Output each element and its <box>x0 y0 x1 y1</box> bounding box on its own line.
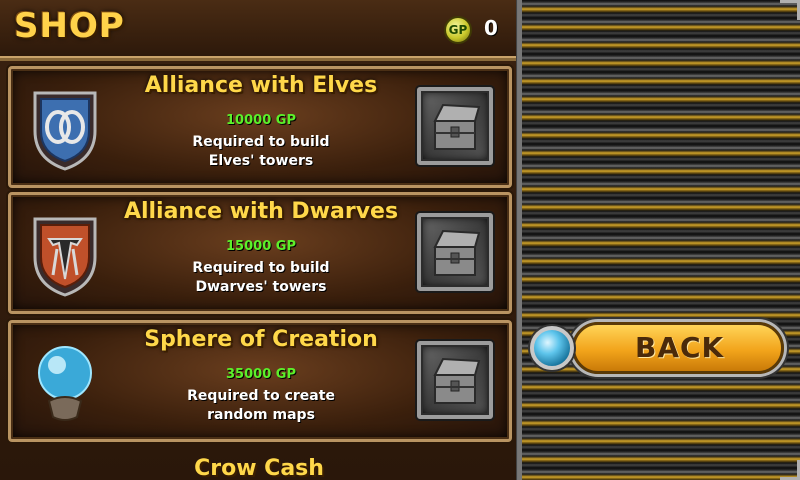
item-description-line: Required to create <box>187 388 335 404</box>
item-description: Required to create random maps <box>121 387 401 425</box>
back-button[interactable]: BACK <box>572 322 784 374</box>
corner-ornament <box>780 0 800 20</box>
crystal-ball-icon <box>38 346 92 421</box>
shop-header: SHOP GP 0 <box>0 0 518 61</box>
side-panel <box>518 0 800 480</box>
item-description-line: Required to build <box>192 260 330 276</box>
treasure-chest-icon <box>433 229 481 276</box>
buy-chest-button[interactable] <box>417 341 493 419</box>
item-cost: 15000 GP <box>226 239 296 254</box>
back-button-label: BACK <box>635 331 725 364</box>
item-name: Sphere of Creation <box>144 327 378 352</box>
shop-item-partial-name[interactable]: Crow Cash <box>0 456 518 480</box>
treasure-chest-icon <box>433 357 481 404</box>
dwarves-shield-icon <box>33 217 97 297</box>
shop-item-sphere[interactable]: Sphere of Creation 35000 GP Required to … <box>8 320 512 442</box>
shop-item-elves[interactable]: Alliance with Elves 10000 GP Required to… <box>8 66 512 188</box>
buy-chest-button[interactable] <box>417 87 493 165</box>
item-name: Alliance with Dwarves <box>123 199 399 224</box>
item-description-line: Elves' towers <box>208 153 314 169</box>
page-title: SHOP <box>14 6 125 46</box>
corner-ornament <box>780 460 800 480</box>
buy-chest-button[interactable] <box>417 213 493 291</box>
elves-shield-icon <box>33 91 97 171</box>
item-description-line: random maps <box>207 407 315 423</box>
treasure-chest-icon <box>433 103 481 150</box>
shop-panel: SHOP GP 0 Alliance with Elves 10000 GP R… <box>0 0 518 480</box>
item-description: Required to build Dwarves' towers <box>121 259 401 297</box>
item-cost: 10000 GP <box>226 113 296 128</box>
shop-item-dwarves[interactable]: Alliance with Dwarves 15000 GP Required … <box>8 192 512 314</box>
blue-orb-icon <box>530 326 574 370</box>
item-description-line: Required to build <box>192 134 330 150</box>
item-description-line: Dwarves' towers <box>195 279 327 295</box>
item-description: Required to build Elves' towers <box>121 133 401 171</box>
gp-balance: 0 <box>484 16 498 40</box>
item-name: Alliance with Elves <box>144 73 378 98</box>
item-cost: 35000 GP <box>226 367 296 382</box>
gp-coin-icon: GP <box>444 16 472 44</box>
